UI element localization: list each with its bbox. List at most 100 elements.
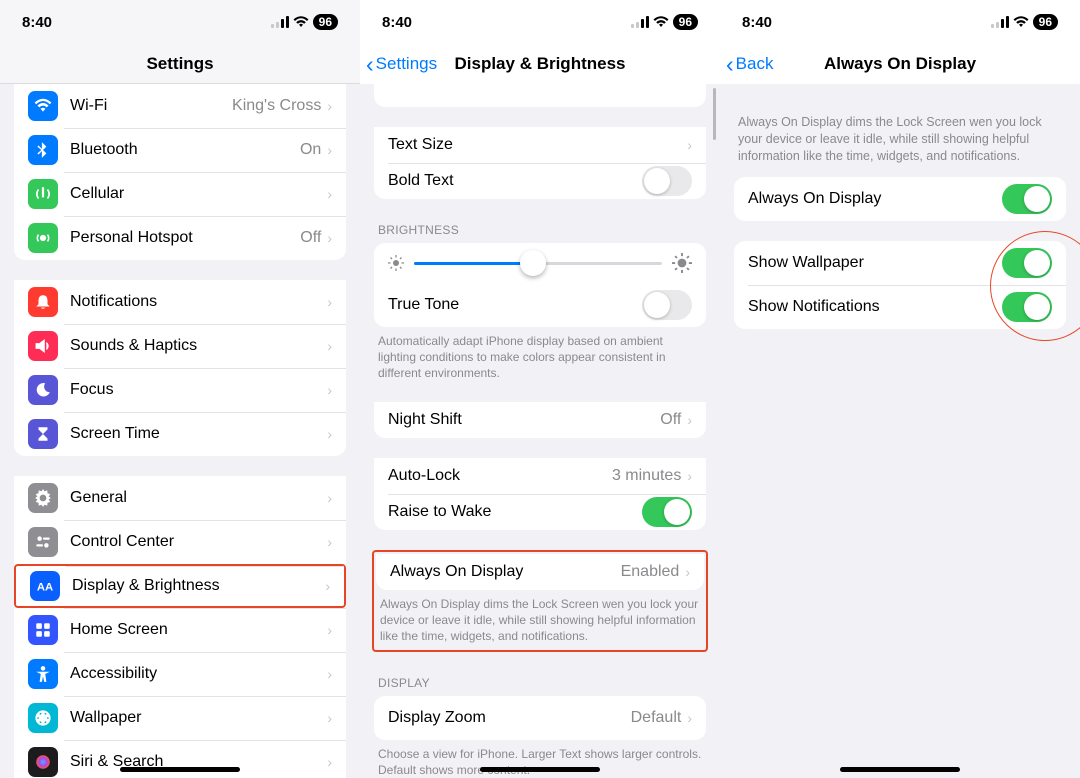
row-siri-search[interactable]: Siri & Search› bbox=[14, 740, 346, 778]
chevron-left-icon: ‹ bbox=[366, 53, 374, 76]
row-control-center[interactable]: Control Center› bbox=[14, 520, 346, 564]
row-label: Auto-Lock bbox=[388, 467, 612, 485]
chevron-right-icon: › bbox=[327, 754, 332, 770]
row-bluetooth[interactable]: BluetoothOn› bbox=[14, 128, 346, 172]
aa-icon: AA bbox=[30, 571, 60, 601]
toggle-bold-text[interactable] bbox=[642, 166, 692, 196]
true-tone-desc: Automatically adapt iPhone display based… bbox=[360, 327, 720, 382]
chevron-right-icon: › bbox=[327, 230, 332, 246]
slider-thumb[interactable] bbox=[520, 250, 546, 276]
nav-bar: ‹ Settings Display & Brightness bbox=[360, 44, 720, 84]
screen-settings: 8:40 96 Settings Wi-FiKing's Cross›Bluet… bbox=[0, 0, 360, 778]
row-label: Always On Display bbox=[390, 563, 621, 581]
nav-title: Settings bbox=[146, 54, 213, 74]
sun-small-icon bbox=[388, 255, 404, 271]
toggle-raise-to-wake[interactable] bbox=[642, 497, 692, 527]
row-value: Default bbox=[631, 709, 682, 727]
content-scroll[interactable]: x Text Size › Bold Text BRIGHTNESS bbox=[360, 84, 720, 778]
hourglass-icon bbox=[28, 419, 58, 449]
row-night-shift[interactable]: Night Shift Off › bbox=[374, 402, 706, 438]
back-button[interactable]: ‹ Settings bbox=[366, 44, 437, 84]
status-time: 8:40 bbox=[22, 14, 52, 31]
toggle-true-tone[interactable] bbox=[642, 290, 692, 320]
home-indicator[interactable] bbox=[480, 767, 600, 772]
chevron-right-icon: › bbox=[327, 338, 332, 354]
chevron-left-icon: ‹ bbox=[726, 53, 734, 76]
section-header-brightness: BRIGHTNESS bbox=[360, 219, 720, 243]
back-button[interactable]: ‹ Back bbox=[726, 44, 773, 84]
row-label: Control Center bbox=[70, 533, 327, 551]
row-label: Focus bbox=[70, 381, 327, 399]
chevron-right-icon: › bbox=[687, 468, 692, 484]
row-bold-text[interactable]: Bold Text bbox=[374, 163, 706, 199]
section-header-display: DISPLAY bbox=[360, 672, 720, 696]
row-always-on-display[interactable]: Always On Display Enabled › bbox=[376, 554, 704, 590]
row-label: Accessibility bbox=[70, 665, 327, 683]
row-text-size[interactable]: Text Size › bbox=[374, 127, 706, 163]
chevron-right-icon: › bbox=[327, 294, 332, 310]
row-focus[interactable]: Focus› bbox=[14, 368, 346, 412]
row-label: Cellular bbox=[70, 185, 327, 203]
chevron-right-icon: › bbox=[327, 666, 332, 682]
wifi-icon bbox=[653, 16, 669, 28]
row-raise-to-wake[interactable]: Raise to Wake bbox=[374, 494, 706, 530]
row-screen-time[interactable]: Screen Time› bbox=[14, 412, 346, 456]
row-auto-lock[interactable]: Auto-Lock 3 minutes › bbox=[374, 458, 706, 494]
home-indicator[interactable] bbox=[840, 767, 960, 772]
status-bar: 8:40 96 bbox=[360, 0, 720, 44]
row-label: Wallpaper bbox=[70, 709, 327, 727]
row-general[interactable]: General› bbox=[14, 476, 346, 520]
access-icon bbox=[28, 659, 58, 689]
row-truncated[interactable]: x bbox=[374, 84, 706, 107]
row-true-tone[interactable]: True Tone bbox=[374, 283, 706, 327]
row-label: Always On Display bbox=[748, 190, 1002, 208]
nav-bar: ‹ Back Always On Display bbox=[720, 44, 1080, 84]
cc-icon bbox=[28, 527, 58, 557]
chevron-right-icon: › bbox=[327, 382, 332, 398]
home-indicator[interactable] bbox=[120, 767, 240, 772]
row-display-zoom[interactable]: Display Zoom Default › bbox=[374, 696, 706, 740]
row-home-screen[interactable]: Home Screen› bbox=[14, 608, 346, 652]
back-label: Settings bbox=[376, 54, 437, 74]
row-value: Off bbox=[300, 229, 321, 247]
status-time: 8:40 bbox=[382, 14, 412, 31]
row-wi-fi[interactable]: Wi-FiKing's Cross› bbox=[14, 84, 346, 128]
status-right: 96 bbox=[631, 14, 698, 30]
battery-indicator: 96 bbox=[1033, 14, 1058, 30]
row-label: Sounds & Haptics bbox=[70, 337, 327, 355]
row-display-brightness[interactable]: AADisplay & Brightness› bbox=[14, 564, 346, 608]
notif-icon bbox=[28, 287, 58, 317]
row-label: Night Shift bbox=[388, 411, 660, 429]
toggle-aod[interactable] bbox=[1002, 184, 1052, 214]
chevron-right-icon: › bbox=[327, 534, 332, 550]
row-aod-master[interactable]: Always On Display bbox=[734, 177, 1066, 221]
hotspot-icon bbox=[28, 223, 58, 253]
row-value: Enabled bbox=[621, 563, 680, 581]
highlight-aod: Always On Display Enabled › Always On Di… bbox=[372, 550, 708, 653]
row-label: General bbox=[70, 489, 327, 507]
row-label: Bold Text bbox=[388, 172, 642, 190]
row-wallpaper[interactable]: Wallpaper› bbox=[14, 696, 346, 740]
chevron-right-icon: › bbox=[325, 578, 330, 594]
chevron-right-icon: › bbox=[687, 137, 692, 153]
content-scroll[interactable]: Always On Display dims the Lock Screen w… bbox=[720, 84, 1080, 778]
content-scroll[interactable]: Wi-FiKing's Cross›BluetoothOn›Cellular›P… bbox=[0, 84, 360, 778]
row-personal-hotspot[interactable]: Personal HotspotOff› bbox=[14, 216, 346, 260]
sound-icon bbox=[28, 331, 58, 361]
row-label: Show Notifications bbox=[748, 298, 1002, 316]
row-label: Text Size bbox=[388, 136, 687, 154]
status-right: 96 bbox=[991, 14, 1058, 30]
row-accessibility[interactable]: Accessibility› bbox=[14, 652, 346, 696]
battery-indicator: 96 bbox=[673, 14, 698, 30]
chevron-right-icon: › bbox=[327, 490, 332, 506]
cell-icon bbox=[28, 179, 58, 209]
row-label: Bluetooth bbox=[70, 141, 300, 159]
row-label: Raise to Wake bbox=[388, 503, 642, 521]
row-sounds-haptics[interactable]: Sounds & Haptics› bbox=[14, 324, 346, 368]
row-cellular[interactable]: Cellular› bbox=[14, 172, 346, 216]
row-value: King's Cross bbox=[232, 97, 321, 115]
row-notifications[interactable]: Notifications› bbox=[14, 280, 346, 324]
brightness-slider[interactable] bbox=[414, 262, 662, 265]
scroll-indicator[interactable] bbox=[713, 88, 716, 140]
back-label: Back bbox=[736, 54, 774, 74]
